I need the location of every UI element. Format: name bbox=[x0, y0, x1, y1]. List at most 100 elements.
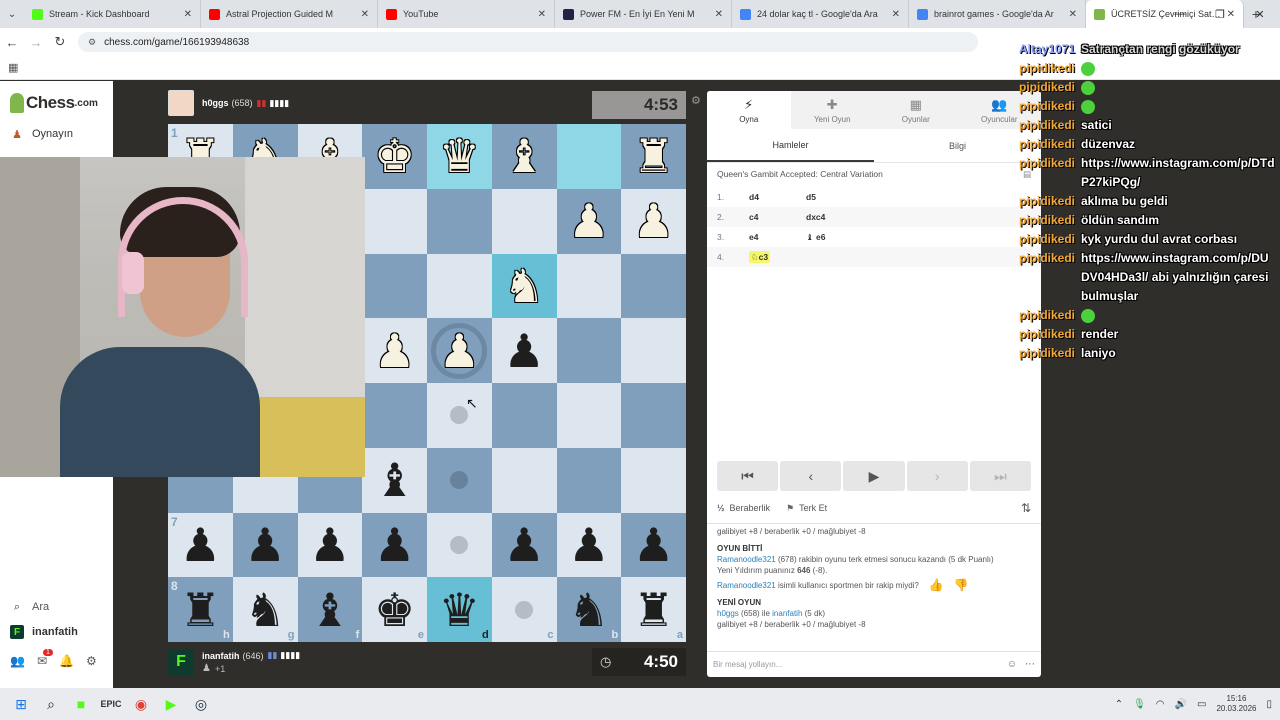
board-square[interactable] bbox=[362, 253, 427, 319]
browser-tab[interactable]: Stream - Kick Dashboard ✕ bbox=[24, 0, 201, 28]
windows-start-icon[interactable]: ⊞ bbox=[6, 688, 36, 720]
chrome-icon[interactable]: ◉ bbox=[126, 688, 156, 720]
chat-username[interactable]: pipidikedi bbox=[1019, 325, 1081, 344]
black-pawn-icon[interactable]: ♟ bbox=[309, 522, 350, 568]
close-tab-icon[interactable]: ✕ bbox=[1069, 9, 1077, 20]
board-square[interactable] bbox=[621, 447, 686, 513]
legal-move-dot[interactable] bbox=[515, 600, 534, 619]
black-king-icon[interactable]: ♚ bbox=[374, 587, 415, 633]
panel-tab-2[interactable]: ▦ Oyunlar bbox=[874, 91, 958, 129]
black-pawn-icon[interactable]: ♟ bbox=[245, 522, 286, 568]
board-square[interactable]: ♟ bbox=[621, 188, 686, 254]
play-moves-button[interactable]: ▶ bbox=[843, 461, 905, 491]
resign-button[interactable]: ⚑ Terk Et bbox=[786, 503, 827, 514]
top-player-name[interactable]: h0ggs bbox=[202, 98, 229, 108]
black-move[interactable]: dxc4 bbox=[806, 212, 886, 222]
board-square[interactable] bbox=[427, 447, 492, 513]
board-square[interactable]: ♟ bbox=[621, 512, 686, 578]
board-square[interactable]: ♚ bbox=[362, 124, 427, 189]
tray-chevron-icon[interactable]: ⌃ bbox=[1115, 699, 1123, 710]
tab-info[interactable]: Bilgi bbox=[874, 129, 1041, 162]
draw-button[interactable]: ½ Beraberlik bbox=[717, 503, 770, 513]
board-square[interactable] bbox=[362, 188, 427, 254]
board-square[interactable] bbox=[427, 253, 492, 319]
board-square[interactable]: ♝ bbox=[491, 124, 557, 189]
chat-username[interactable]: pipidikedi bbox=[1019, 78, 1081, 97]
legal-move-dot[interactable] bbox=[450, 471, 469, 490]
black-rook-icon[interactable]: ♜ bbox=[633, 587, 674, 633]
black-pawn-icon[interactable]: ♟ bbox=[504, 522, 545, 568]
white-pawn-icon[interactable]: ♟ bbox=[374, 328, 415, 374]
white-pawn-icon[interactable]: ♟ bbox=[568, 198, 609, 244]
board-square[interactable]: c bbox=[491, 577, 557, 642]
bottom-player-name[interactable]: inanfatih bbox=[202, 651, 240, 661]
settings-gear-icon[interactable]: ⚙ bbox=[86, 654, 97, 668]
chat-username[interactable]: pipidikedi bbox=[1019, 230, 1081, 249]
tab-moves[interactable]: Hamleler bbox=[707, 129, 874, 162]
notifications-icon[interactable]: ▯ bbox=[1266, 699, 1272, 710]
chat-username[interactable]: pipidikedi bbox=[1019, 135, 1081, 154]
board-square[interactable]: ♛ bbox=[427, 124, 492, 189]
avatar[interactable] bbox=[168, 90, 194, 116]
player1-link[interactable]: h0ggs bbox=[717, 609, 739, 618]
wifi-icon[interactable]: ◠ bbox=[1156, 699, 1165, 710]
black-bishop-icon[interactable]: ♝ bbox=[309, 587, 350, 633]
epic-games-icon[interactable]: EPIC bbox=[96, 688, 126, 720]
board-square[interactable]: ♟ bbox=[491, 512, 557, 578]
chat-username[interactable]: pipidikedi bbox=[1019, 97, 1081, 116]
close-window-icon[interactable]: ✕ bbox=[1240, 8, 1280, 21]
white-rook-icon[interactable]: ♜ bbox=[633, 133, 674, 179]
previous-move-button[interactable]: ‹ bbox=[780, 461, 842, 491]
board-square[interactable] bbox=[427, 188, 492, 254]
black-pawn-icon[interactable]: ♟ bbox=[633, 522, 674, 568]
board-square[interactable]: ♟ bbox=[232, 512, 298, 578]
back-icon[interactable]: ← bbox=[0, 35, 24, 50]
white-king-icon[interactable]: ♚ bbox=[374, 133, 415, 179]
board-square[interactable]: ♜ bbox=[621, 124, 686, 189]
browser-tab[interactable]: Power FM - En İyi En Yeni M ✕ bbox=[555, 0, 732, 28]
reload-icon[interactable]: ↻ bbox=[48, 34, 72, 50]
black-queen-icon[interactable]: ♛ bbox=[439, 587, 480, 633]
chat-username[interactable]: pipidikedi bbox=[1019, 211, 1081, 230]
browser-tab[interactable]: brainrot games - Google'da Ar ✕ bbox=[909, 0, 1086, 28]
chat-username[interactable]: pipidikedi bbox=[1019, 344, 1081, 363]
board-square[interactable]: ♟ bbox=[297, 512, 363, 578]
chat-username[interactable]: pipidikedi bbox=[1019, 192, 1081, 211]
next-move-button[interactable]: › bbox=[906, 461, 968, 491]
search-icon[interactable]: ⌕ bbox=[36, 688, 66, 720]
legal-move-dot[interactable] bbox=[450, 535, 469, 554]
board-square[interactable]: g ♞ bbox=[232, 577, 298, 642]
board-square[interactable] bbox=[556, 318, 622, 383]
board-square[interactable] bbox=[556, 124, 622, 189]
steam-icon[interactable]: ◎ bbox=[186, 688, 216, 720]
board-square[interactable] bbox=[621, 318, 686, 383]
board-square[interactable]: ♟ bbox=[362, 512, 427, 578]
chat-username[interactable]: Altay1071 bbox=[1019, 40, 1081, 59]
board-square[interactable] bbox=[491, 188, 557, 254]
player2-link[interactable]: inanfatih bbox=[772, 609, 802, 618]
browser-tab[interactable]: Astral Projection Guided M ✕ bbox=[201, 0, 378, 28]
black-move[interactable]: ♝ e6 bbox=[806, 232, 886, 243]
url-field[interactable]: ⚙ chess.com/game/166193948638 bbox=[78, 32, 978, 52]
close-tab-icon[interactable]: ✕ bbox=[361, 9, 369, 20]
close-tab-icon[interactable]: ✕ bbox=[184, 9, 192, 20]
black-rook-icon[interactable]: ♜ bbox=[180, 587, 221, 633]
last-move-button[interactable]: ⏭ bbox=[969, 461, 1032, 491]
board-square[interactable]: 7 ♟ bbox=[168, 512, 233, 578]
chat-username[interactable]: pipidikedi bbox=[1019, 306, 1081, 325]
close-tab-icon[interactable]: ✕ bbox=[538, 9, 546, 20]
white-move[interactable]: ♘c3 bbox=[749, 250, 771, 263]
board-square[interactable] bbox=[621, 253, 686, 319]
black-pawn-icon[interactable]: ♟ bbox=[568, 522, 609, 568]
board-square[interactable]: ♞ bbox=[491, 253, 557, 319]
board-square[interactable] bbox=[427, 383, 492, 448]
more-options-icon[interactable]: ⋯ bbox=[1025, 659, 1035, 670]
close-tab-icon[interactable]: ✕ bbox=[892, 9, 900, 20]
board-square[interactable]: e ♚ bbox=[362, 577, 427, 642]
opening-name[interactable]: Queen's Gambit Accepted: Central Variati… bbox=[717, 169, 883, 179]
black-bishop-icon[interactable]: ♝ bbox=[374, 457, 415, 503]
board-square[interactable] bbox=[621, 383, 686, 448]
microphone-icon[interactable]: 🎙 bbox=[1133, 699, 1146, 710]
flip-board-icon[interactable]: ⇅ bbox=[1021, 501, 1031, 515]
sidebar-item-profile[interactable]: F inanfatih bbox=[10, 625, 78, 639]
